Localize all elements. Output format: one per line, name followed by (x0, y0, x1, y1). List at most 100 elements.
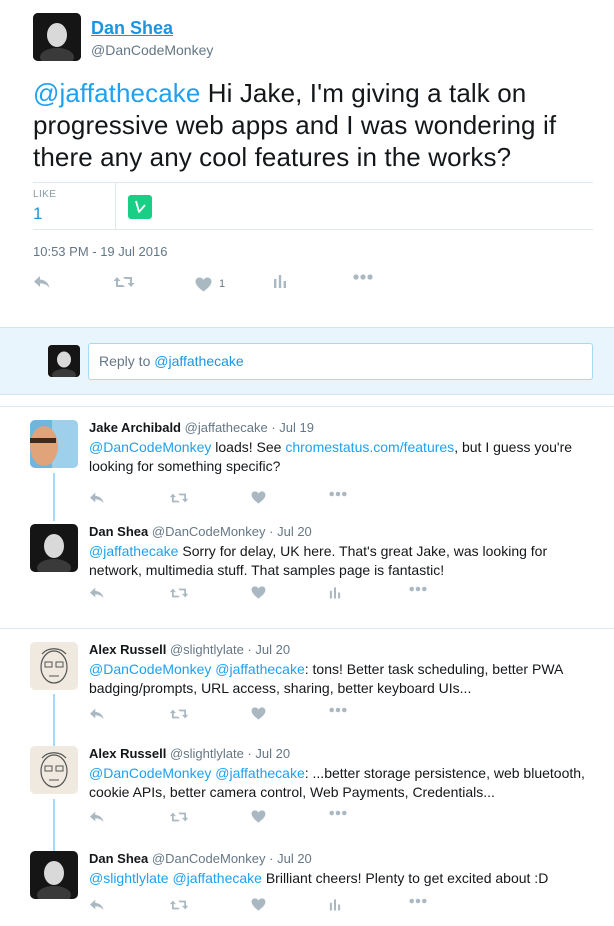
retweet-button[interactable] (169, 707, 189, 721)
tweet-date[interactable]: Jul 20 (277, 851, 312, 866)
tweet-author-name[interactable]: Dan Shea (89, 851, 148, 866)
analytics-button[interactable] (273, 274, 287, 288)
retweet-button[interactable] (113, 274, 135, 290)
author-avatar[interactable] (33, 13, 81, 61)
tweet-text: @jaffathecake Hi Jake, I'm giving a talk… (33, 77, 593, 173)
like-button[interactable] (251, 810, 266, 823)
retweet-icon (169, 709, 189, 719)
reply-icon (90, 708, 104, 720)
url-link[interactable]: chromestatus.com/features (285, 439, 454, 455)
retweet-button[interactable] (169, 810, 189, 824)
like-stat-count[interactable]: 1 (33, 204, 42, 224)
tweet-actions (89, 586, 427, 606)
mention-link[interactable]: @jaffathecake (172, 870, 261, 886)
heart-icon (251, 898, 266, 911)
tweet-author-handle[interactable]: @DanCodeMonkey (152, 524, 266, 539)
tweet-date[interactable]: Jul 20 (255, 746, 290, 761)
tweet-avatar[interactable] (30, 851, 78, 899)
tweet-avatar[interactable] (30, 746, 78, 794)
tweet-header: Dan Shea @DanCodeMonkey · Jul 20 (89, 851, 312, 866)
reply-tweet[interactable]: Dan Shea @DanCodeMonkey · Jul 20 @jaffat… (0, 524, 614, 616)
reply-button[interactable] (89, 810, 105, 824)
reply-composer: Reply to @jaffathecake (0, 327, 614, 395)
analytics-button[interactable] (329, 586, 341, 599)
mention-link[interactable]: @jaffathecake (215, 661, 304, 677)
analytics-icon (274, 275, 286, 288)
tweet-author-handle[interactable]: @slightlylate (170, 642, 244, 657)
tweet-author-name[interactable]: Alex Russell (89, 642, 166, 657)
mention-link[interactable]: @jaffathecake (89, 543, 178, 559)
text-segment: loads! See (211, 439, 286, 455)
reply-button[interactable] (89, 491, 105, 505)
tweet-author-handle[interactable]: @DanCodeMonkey (152, 851, 266, 866)
tweet-header: Alex Russell @slightlylate · Jul 20 (89, 746, 290, 761)
tweet-author-handle[interactable]: @jaffathecake (185, 420, 268, 435)
reply-tweet[interactable]: Alex Russell @slightlylate · Jul 20 @Dan… (0, 642, 614, 742)
conversation-thread: Jake Archibald @jaffathecake · Jul 19 @D… (0, 406, 614, 617)
tweet-actions (89, 810, 389, 830)
tweet-date[interactable]: Jul 20 (255, 642, 290, 657)
reply-button[interactable] (89, 707, 105, 721)
retweet-button[interactable] (169, 898, 189, 912)
tweet-avatar[interactable] (30, 642, 78, 690)
tweet-actions (89, 491, 389, 511)
reply-icon (90, 811, 104, 823)
more-button[interactable] (329, 707, 347, 713)
tweet-author-name[interactable]: Dan Shea (89, 524, 148, 539)
text-segment: Brilliant cheers! Plenty to get excited … (261, 870, 549, 886)
reply-tweet[interactable]: Alex Russell @slightlylate · Jul 20 @Dan… (0, 746, 614, 846)
vine-logo-icon[interactable] (128, 195, 152, 219)
more-icon (329, 491, 347, 497)
main-tweet-actions: 1 (33, 274, 433, 294)
heart-icon (251, 491, 266, 504)
tweet-actions (89, 707, 389, 727)
reply-button[interactable] (33, 274, 51, 290)
mention-link[interactable]: @slightlylate (89, 870, 169, 886)
more-icon (329, 707, 347, 713)
like-button[interactable] (251, 707, 266, 720)
more-button[interactable] (329, 810, 347, 816)
reply-input[interactable]: Reply to @jaffathecake (88, 343, 593, 380)
like-button[interactable]: 1 (195, 274, 225, 294)
mention-link[interactable]: @DanCodeMonkey (89, 765, 211, 781)
retweet-button[interactable] (169, 491, 189, 505)
separator-dot: · (265, 851, 278, 866)
reply-tweet[interactable]: Jake Archibald @jaffathecake · Jul 19 @D… (0, 420, 614, 530)
reply-placeholder-prefix: Reply to (99, 353, 155, 369)
more-button[interactable] (409, 586, 427, 592)
mention-link[interactable]: @DanCodeMonkey (89, 439, 211, 455)
author-name[interactable]: Dan Shea (91, 18, 173, 39)
more-button[interactable] (353, 274, 373, 280)
author-handle[interactable]: @DanCodeMonkey (91, 42, 213, 58)
tweet-timestamp[interactable]: 10:53 PM - 19 Jul 2016 (33, 244, 167, 259)
retweet-button[interactable] (169, 586, 189, 600)
tweet-header: Dan Shea @DanCodeMonkey · Jul 20 (89, 524, 312, 539)
more-button[interactable] (409, 898, 427, 904)
tweet-author-name[interactable]: Jake Archibald (89, 420, 181, 435)
reply-button[interactable] (89, 586, 105, 600)
retweet-icon (169, 900, 189, 910)
tweet-text: @slightlylate @jaffathecake Brilliant ch… (89, 869, 599, 888)
separator-dot: · (243, 746, 256, 761)
tweet-avatar[interactable] (30, 524, 78, 572)
analytics-icon (329, 899, 341, 911)
tweet-avatar[interactable] (30, 420, 78, 468)
more-icon (353, 274, 373, 280)
analytics-button[interactable] (329, 898, 341, 911)
analytics-icon (329, 587, 341, 599)
mention-link[interactable]: @jaffathecake (215, 765, 304, 781)
tweet-date[interactable]: Jul 20 (277, 524, 312, 539)
more-button[interactable] (329, 491, 347, 497)
reply-tweet[interactable]: Dan Shea @DanCodeMonkey · Jul 20 @slight… (0, 851, 614, 926)
tweet-author-handle[interactable]: @slightlylate (170, 746, 244, 761)
tweet-date[interactable]: Jul 19 (279, 420, 314, 435)
mention-link[interactable]: @DanCodeMonkey (89, 661, 211, 677)
mention-link[interactable]: @jaffathecake (33, 78, 200, 108)
like-button[interactable] (251, 898, 266, 911)
like-button[interactable] (251, 491, 266, 504)
retweet-icon (169, 812, 189, 822)
divider (33, 182, 593, 183)
like-button[interactable] (251, 586, 266, 599)
tweet-author-name[interactable]: Alex Russell (89, 746, 166, 761)
reply-button[interactable] (89, 898, 105, 912)
